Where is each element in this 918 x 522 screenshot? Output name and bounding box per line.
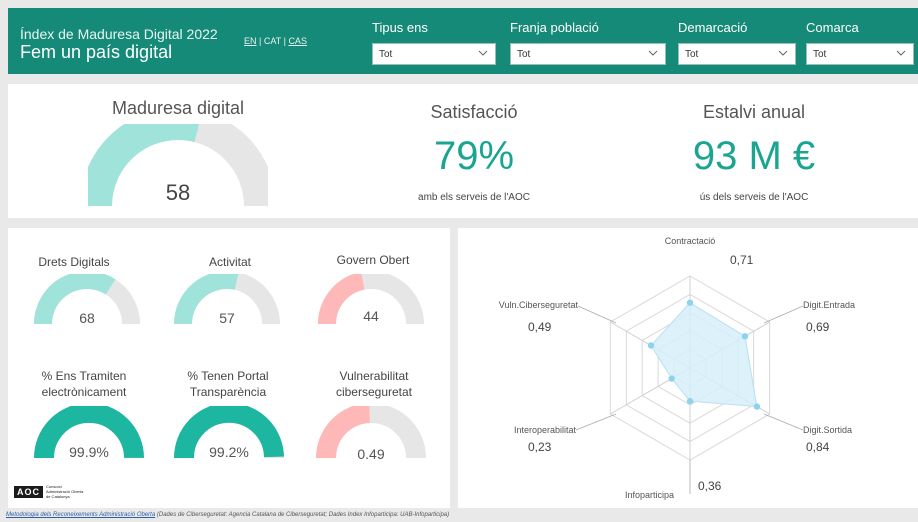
filter-value: Tot bbox=[685, 49, 699, 60]
gauge-title: % Tenen Portal Transparència bbox=[158, 368, 298, 400]
report-title: Índex de Maduresa Digital 2022 bbox=[20, 26, 218, 42]
gauge-value: 44 bbox=[363, 308, 379, 324]
filter-value: Tot bbox=[379, 49, 393, 60]
radar-value-label: 0,23 bbox=[528, 440, 552, 454]
radar-category-label: Vuln.Ciberseguretat bbox=[499, 300, 579, 310]
lang-separator: | bbox=[259, 36, 262, 46]
radar-point bbox=[668, 375, 675, 382]
logo-mark: AOC bbox=[14, 485, 43, 498]
kpi-panel: Maduresa digital 58 Satisfacció 79% amb … bbox=[8, 84, 918, 218]
radar-point bbox=[753, 403, 761, 410]
gauge-value: 99.9% bbox=[69, 444, 109, 460]
filter-franja-poblacio: Franja població Tot bbox=[510, 20, 666, 65]
radar-point bbox=[741, 333, 749, 340]
gauge-title: Govern Obert bbox=[336, 253, 410, 267]
filter-label: Demarcació bbox=[678, 20, 748, 35]
report-subtitle: Fem un país digital bbox=[20, 42, 173, 62]
chevron-down-icon bbox=[478, 50, 488, 56]
language-switcher: EN | CAT | CAS bbox=[244, 36, 307, 46]
header-bar: Índex de Maduresa Digital 2022 Fem un pa… bbox=[8, 8, 918, 74]
maturity-title: Maduresa digital bbox=[111, 98, 245, 118]
filter-value: Tot bbox=[813, 49, 827, 60]
gauge-title: Drets Digitals bbox=[38, 255, 110, 269]
radar-chart: Contractació 0,71 Digit.Entrada 0,69 Digit.S… bbox=[499, 236, 855, 500]
radar-category-label: Digit.Entrada bbox=[803, 300, 855, 310]
chevron-down-icon bbox=[648, 50, 658, 56]
gauge-title-line: electrònicament bbox=[41, 385, 127, 399]
radar-value-label: 0,84 bbox=[806, 440, 830, 454]
filter-demarcacio: Demarcació Tot bbox=[678, 20, 796, 65]
radar-leader-line bbox=[575, 413, 617, 431]
radar-category-label: Infoparticipa bbox=[625, 490, 674, 500]
lang-cas-link[interactable]: CAS bbox=[288, 36, 307, 46]
savings-note: ús dels serveis de l'AOC bbox=[699, 192, 809, 203]
gauge-title-line: % Ens Tramiten bbox=[41, 369, 127, 383]
satisfaction-value: 79% bbox=[433, 134, 515, 178]
filter-label: Franja població bbox=[510, 20, 599, 35]
gauge-value: 57 bbox=[219, 310, 235, 326]
radar-category-label: Digit.Sortida bbox=[803, 425, 852, 435]
gauge-title: Activitat bbox=[208, 255, 251, 269]
gauge-title: Vulnerabilitat ciberseguretat bbox=[304, 368, 444, 400]
lang-separator: | bbox=[283, 36, 286, 46]
data-sources-note: (Dades de Ciberseguretat: Agencia Catala… bbox=[156, 512, 450, 518]
radar-value-label: 0,36 bbox=[698, 479, 722, 493]
gauge-title-line: % Tenen Portal bbox=[187, 369, 269, 383]
gauge-title-line: ciberseguretat bbox=[335, 385, 413, 399]
savings-value: 93 M € bbox=[692, 134, 816, 178]
radar-category-label: Contractació bbox=[665, 236, 716, 246]
filter-demarcacio-select[interactable]: Tot bbox=[678, 43, 796, 65]
filter-comarca-select[interactable]: Tot bbox=[806, 43, 914, 65]
satisfaction-title: Satisfacció bbox=[430, 102, 518, 122]
gauge-title-line: Transparència bbox=[189, 385, 267, 399]
aoc-logo: AOC Consorci Administració Oberta de Cat… bbox=[14, 484, 86, 499]
radar-leader-line bbox=[577, 305, 617, 324]
gauge-title: % Ens Tramiten electrònicament bbox=[12, 368, 156, 400]
indicators-panel: Drets Digitals 68 Activitat 57 Govern Ob… bbox=[8, 228, 450, 508]
radar-category-label: Interoperabilitat bbox=[514, 425, 577, 435]
footer: Metodologia dels Reconeixements Administ… bbox=[6, 512, 449, 518]
radar-leader-line bbox=[763, 413, 804, 431]
radar-point bbox=[686, 299, 694, 306]
lang-en-link[interactable]: EN bbox=[244, 36, 257, 46]
filter-label: Tipus ens bbox=[372, 20, 428, 35]
methodology-link[interactable]: Metodologia dels Reconeixements Administ… bbox=[6, 512, 155, 518]
filter-tipus-ens-select[interactable]: Tot bbox=[372, 43, 496, 65]
filter-comarca: Comarca Tot bbox=[806, 20, 914, 65]
satisfaction-note: amb els serveis de l'AOC bbox=[418, 192, 530, 203]
gauge-value: 68 bbox=[79, 310, 95, 326]
filter-tipus-ens: Tipus ens Tot bbox=[372, 20, 496, 65]
chevron-down-icon bbox=[896, 50, 906, 56]
gauge-value: 0.49 bbox=[357, 446, 385, 462]
radar-value-label: 0,69 bbox=[806, 320, 830, 334]
radar-panel: Contractació 0,71 Digit.Entrada 0,69 Digit.S… bbox=[458, 228, 918, 508]
radar-point bbox=[686, 397, 694, 405]
savings-title: Estalvi anual bbox=[702, 102, 806, 122]
logo-text: Consorci Administració Oberta de Catalun… bbox=[46, 484, 84, 499]
gauge-title-line: Vulnerabilitat bbox=[339, 369, 409, 383]
filter-franja-poblacio-select[interactable]: Tot bbox=[510, 43, 666, 65]
lang-cat-link[interactable]: CAT bbox=[264, 36, 281, 46]
radar-leader-line bbox=[763, 305, 804, 324]
radar-value-label: 0,71 bbox=[730, 253, 754, 267]
maturity-value: 58 bbox=[165, 180, 191, 205]
radar-value-label: 0,49 bbox=[528, 320, 552, 334]
gauge-value: 99.2% bbox=[209, 444, 249, 460]
chevron-down-icon bbox=[778, 50, 788, 56]
filter-value: Tot bbox=[517, 49, 531, 60]
filter-label: Comarca bbox=[806, 20, 859, 35]
radar-point bbox=[647, 342, 655, 349]
